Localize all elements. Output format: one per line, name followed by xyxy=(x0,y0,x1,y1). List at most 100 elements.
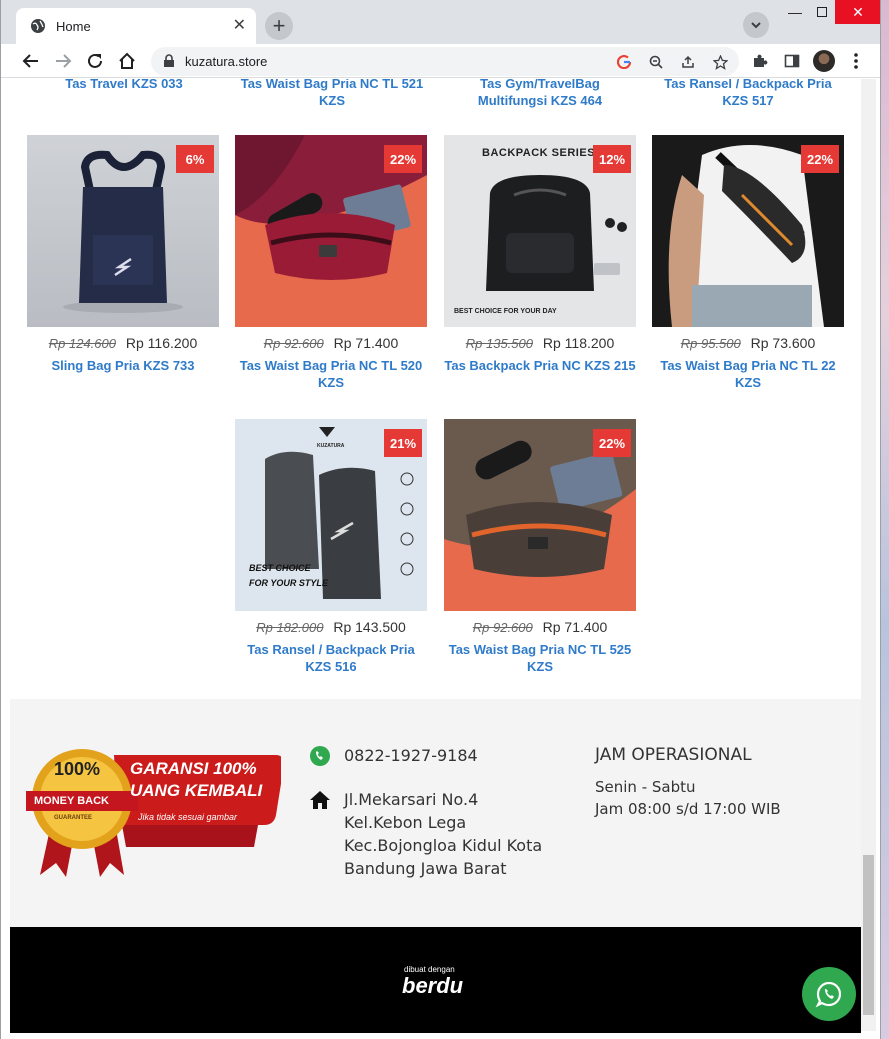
menu-button[interactable] xyxy=(844,49,868,73)
money-back-guarantee-banner: 100% MONEY BACK GUARANTEE GARANSI 100% U… xyxy=(26,739,284,879)
side-panel-icon xyxy=(784,54,800,68)
product-row-partial: Tas Travel KZS 033 Tas Waist Bag Pria NC… xyxy=(10,79,861,115)
product-name-link[interactable]: Tas Backpack Pria NC KZS 215 xyxy=(444,357,636,374)
tab-title: Home xyxy=(56,18,91,34)
product-image[interactable]: BACKPACK SERIES BEST CHOICE FOR YOUR DAY… xyxy=(444,135,636,327)
seal-top-text: 100% xyxy=(54,759,101,779)
price: Rp 118.200 xyxy=(542,335,615,351)
credit-bar: dibuat dengan berdu xyxy=(10,927,861,1033)
maximize-button[interactable] xyxy=(809,0,835,24)
globe-icon xyxy=(31,19,45,33)
product-title-link[interactable]: Tas Travel KZS 033 xyxy=(24,79,224,92)
address-row: Jl.Mekarsari No.4 Kel.Kebon Lega Kec.Boj… xyxy=(308,788,542,880)
share-icon xyxy=(682,55,694,68)
star-icon xyxy=(712,54,728,70)
close-tab-icon[interactable]: ✕ xyxy=(233,18,246,34)
tab-strip: Home ✕ + — ✕ xyxy=(1,0,880,44)
price-line: Rp 92.600 Rp 71.400 xyxy=(235,335,427,351)
product-card[interactable]: 6% Rp 124.600 Rp 116.200 Sling Bag Pria … xyxy=(27,135,219,374)
puzzle-icon xyxy=(754,54,768,67)
product-image[interactable]: 22% xyxy=(235,135,427,327)
hours-title: JAM OPERASIONAL xyxy=(595,745,752,765)
seal-bottom-text: GUARANTEE xyxy=(54,815,93,821)
side-panel-button[interactable] xyxy=(780,49,804,73)
home-button[interactable] xyxy=(115,49,139,73)
image-caption-line2: FOR YOUR STYLE xyxy=(249,578,328,588)
address-line: Kel.Kebon Lega xyxy=(344,813,467,832)
image-brand-text: KUZATURA xyxy=(317,443,345,449)
close-window-button[interactable]: ✕ xyxy=(835,0,880,24)
maximize-icon xyxy=(817,7,827,17)
price: Rp 73.600 xyxy=(750,335,816,351)
whatsapp-chat-button[interactable] xyxy=(802,967,856,1021)
bookmark-button[interactable] xyxy=(709,51,731,73)
product-title-link[interactable]: Tas Ransel / Backpack Pria KZS 517 xyxy=(648,79,848,109)
address-bar[interactable]: kuzatura.store xyxy=(151,47,739,76)
whatsapp-icon xyxy=(308,744,332,768)
old-price: Rp 182.000 xyxy=(256,620,324,635)
image-caption-top: BACKPACK SERIES xyxy=(482,147,596,159)
forward-button[interactable] xyxy=(51,49,75,73)
price: Rp 143.500 xyxy=(333,619,406,635)
hours-time: Jam 08:00 s/d 17:00 WIB xyxy=(595,800,781,818)
discount-badge: 12% xyxy=(593,145,631,173)
address-line: Kec.Bojongloa Kidul Kota xyxy=(344,836,543,855)
price: Rp 116.200 xyxy=(125,335,198,351)
guarantee-note: Jika tidak sesuai gambar xyxy=(138,812,238,822)
google-lens-button[interactable] xyxy=(613,51,635,73)
guarantee-line2: UANG KEMBALI xyxy=(130,781,263,800)
home-icon xyxy=(119,52,135,69)
phone-row[interactable]: 0822-1927-9184 xyxy=(308,744,478,768)
product-image[interactable]: 6% xyxy=(27,135,219,327)
product-name-link[interactable]: Tas Ransel / Backpack Pria KZS 516 xyxy=(235,641,427,675)
browser-toolbar: kuzatura.store xyxy=(1,44,880,78)
hours-days: Senin - Sabtu xyxy=(595,778,696,796)
discount-badge: 22% xyxy=(801,145,839,173)
credit-brand-link[interactable]: berdu xyxy=(402,973,463,999)
image-caption-bottom: BEST CHOICE FOR YOUR DAY xyxy=(454,308,557,315)
product-image[interactable]: 22% xyxy=(652,135,844,327)
title-line: Tas Gym/TravelBag xyxy=(480,79,600,91)
product-title-link[interactable]: Tas Waist Bag Pria NC TL 521 KZS xyxy=(232,79,432,109)
zoom-button[interactable] xyxy=(645,51,667,73)
product-name-link[interactable]: Tas Waist Bag Pria NC TL 525 KZS xyxy=(444,641,636,675)
discount-badge: 22% xyxy=(593,429,631,457)
product-name-link[interactable]: Tas Waist Bag Pria NC TL 22 KZS xyxy=(652,357,844,391)
price-line: Rp 182.000 Rp 143.500 xyxy=(235,619,427,635)
title-line: KZS xyxy=(319,93,345,108)
google-icon xyxy=(617,55,631,69)
chevron-down-icon xyxy=(751,22,761,29)
product-title-link[interactable]: Tas Gym/TravelBag Multifungsi KZS 464 xyxy=(440,79,640,109)
title-line: Multifungsi KZS 464 xyxy=(477,93,603,108)
product-name-link[interactable]: Tas Waist Bag Pria NC TL 520 KZS xyxy=(235,357,427,391)
share-button[interactable] xyxy=(677,51,699,73)
product-card[interactable]: 22% Rp 95.500 Rp 73.600 Tas Waist Bag Pr… xyxy=(652,135,844,391)
product-image[interactable]: KUZATURA BEST CHOICE FOR YOUR STYLE 21% xyxy=(235,419,427,611)
product-name-link[interactable]: Sling Bag Pria KZS 733 xyxy=(27,357,219,374)
seal-mid-text: MONEY BACK xyxy=(34,795,109,807)
scrollbar-thumb[interactable] xyxy=(863,855,874,1015)
profile-button[interactable] xyxy=(812,49,836,73)
new-tab-button[interactable]: + xyxy=(265,12,293,40)
old-price: Rp 124.600 xyxy=(48,336,116,351)
browser-window: Home ✕ + — ✕ kuzatura.store Tas Travel K… xyxy=(0,0,881,1039)
price-line: Rp 95.500 Rp 73.600 xyxy=(652,335,844,351)
tab-search-button[interactable] xyxy=(743,12,769,38)
back-button[interactable] xyxy=(19,49,43,73)
title-line: Tas Ransel / Backpack Pria xyxy=(664,79,832,91)
reload-button[interactable] xyxy=(83,49,107,73)
phone-number: 0822-1927-9184 xyxy=(344,746,478,765)
arrow-right-icon xyxy=(56,54,72,68)
extensions-button[interactable] xyxy=(748,49,772,73)
whatsapp-icon xyxy=(815,981,842,1008)
product-card[interactable]: 22% Rp 92.600 Rp 71.400 Tas Waist Bag Pr… xyxy=(235,135,427,391)
product-card[interactable]: BACKPACK SERIES BEST CHOICE FOR YOUR DAY… xyxy=(444,135,636,374)
product-card[interactable]: KUZATURA BEST CHOICE FOR YOUR STYLE 21% … xyxy=(235,419,427,675)
product-card[interactable]: 22% Rp 92.600 Rp 71.400 Tas Waist Bag Pr… xyxy=(444,419,636,675)
address-block: Jl.Mekarsari No.4 Kel.Kebon Lega Kec.Boj… xyxy=(344,788,542,880)
price-line: Rp 135.500 Rp 118.200 xyxy=(444,335,636,351)
minimize-button[interactable]: — xyxy=(781,0,809,24)
tab-home[interactable]: Home ✕ xyxy=(16,8,256,44)
desktop-background xyxy=(881,0,889,1039)
product-image[interactable]: 22% xyxy=(444,419,636,611)
